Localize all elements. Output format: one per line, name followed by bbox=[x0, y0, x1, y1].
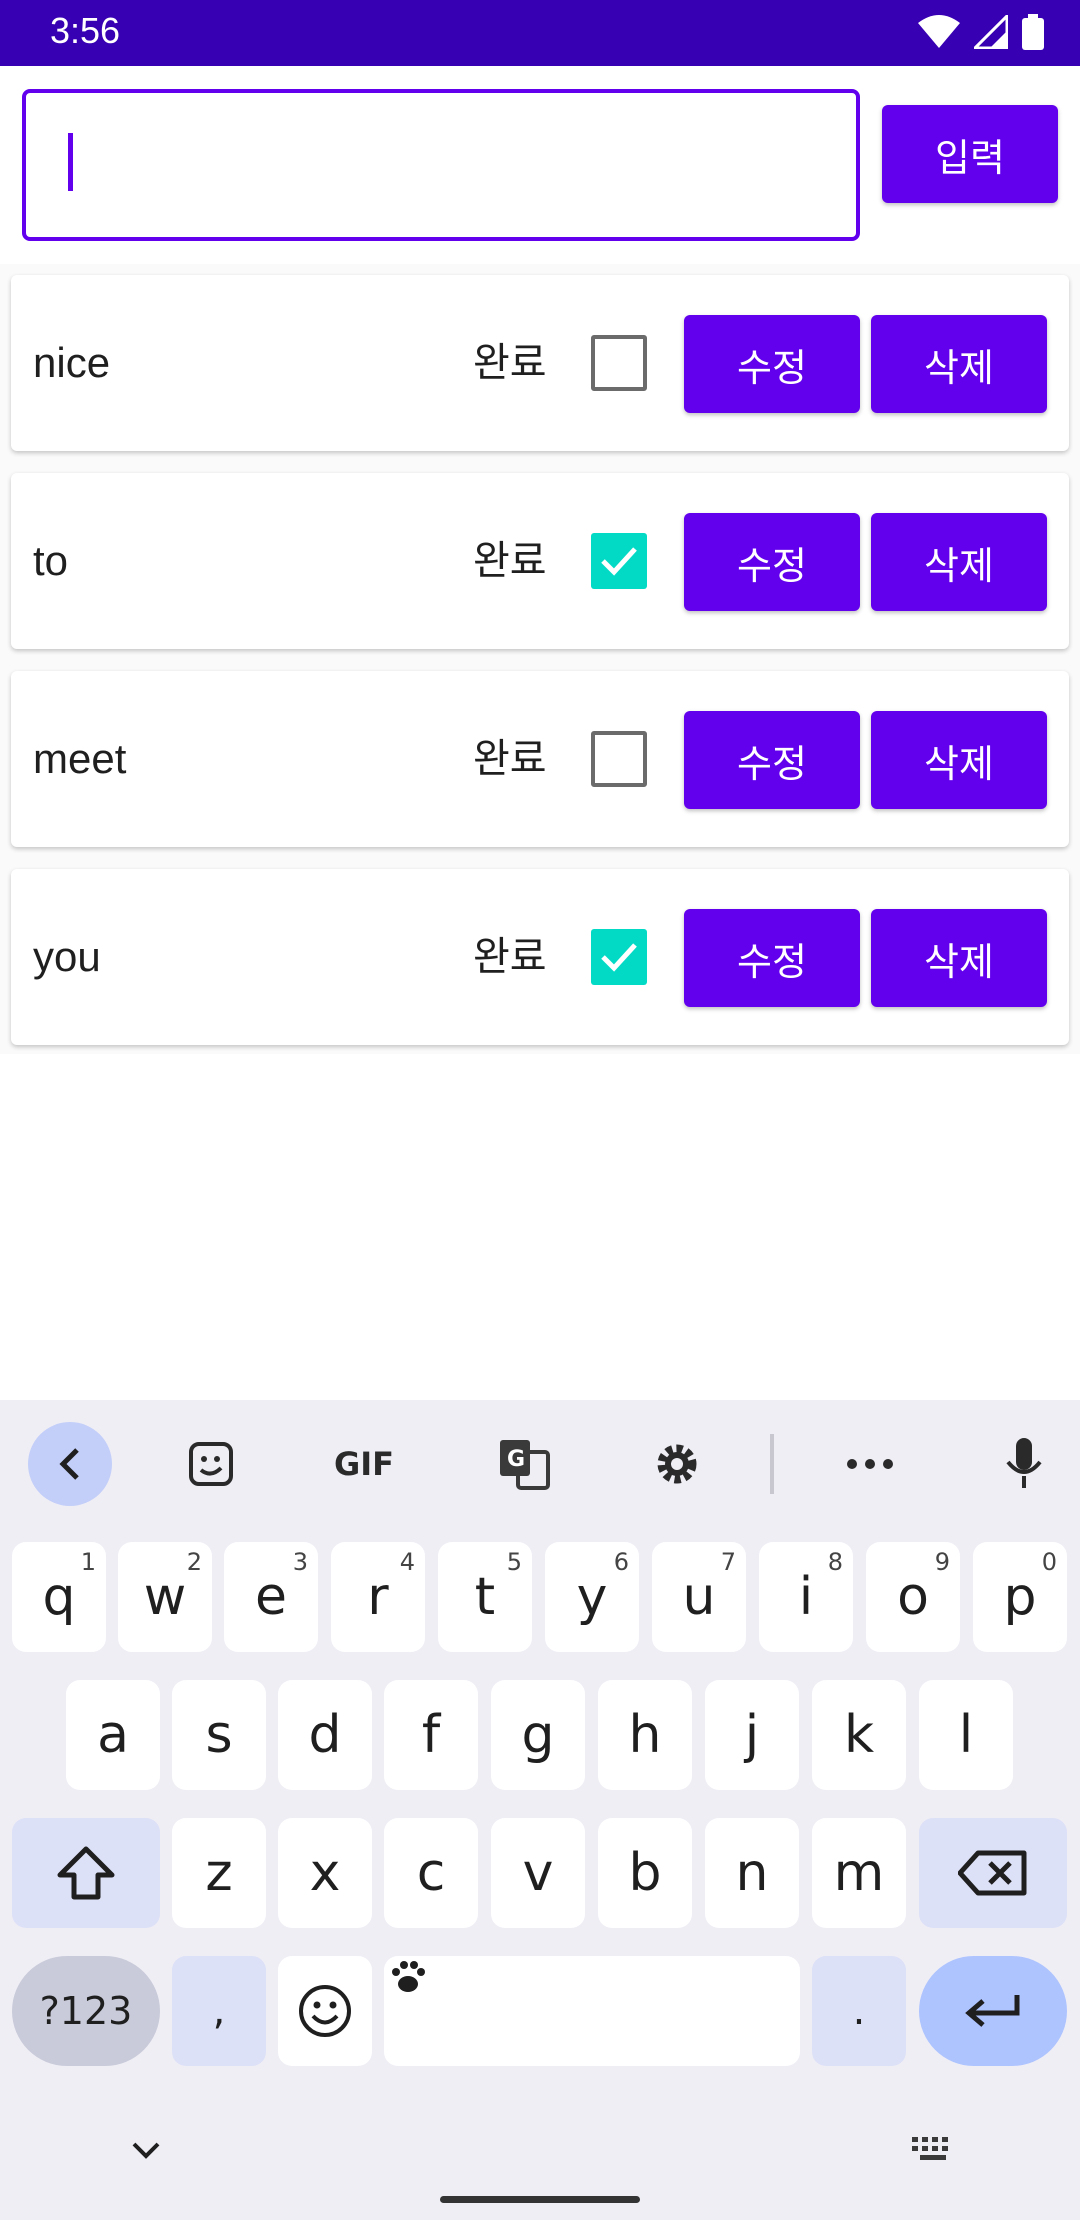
emoji-icon bbox=[299, 1985, 351, 2037]
text-caret bbox=[68, 133, 73, 191]
key-i[interactable]: i8 bbox=[759, 1542, 853, 1652]
soft-keyboard: GIF G q1 w2 e3 r4 t5 y6 u7 i8 o9 p0 a s … bbox=[0, 1400, 1080, 2220]
key-x[interactable]: x bbox=[278, 1818, 372, 1928]
hide-keyboard-chevron-icon[interactable] bbox=[126, 2130, 166, 2170]
delete-button[interactable]: 삭제 bbox=[871, 315, 1047, 413]
sticker-icon[interactable] bbox=[180, 1422, 242, 1506]
backspace-key[interactable] bbox=[919, 1818, 1067, 1928]
wifi-icon bbox=[918, 15, 960, 48]
todo-item-text: you bbox=[33, 933, 101, 980]
translate-icon[interactable]: G bbox=[494, 1422, 554, 1506]
checkmark-icon bbox=[601, 943, 637, 972]
key-q[interactable]: q1 bbox=[12, 1542, 106, 1652]
edit-button[interactable]: 수정 bbox=[684, 513, 860, 611]
emoji-key[interactable] bbox=[278, 1956, 372, 2066]
done-checkbox[interactable] bbox=[591, 533, 647, 589]
edit-button[interactable]: 수정 bbox=[684, 315, 860, 413]
key-c[interactable]: c bbox=[384, 1818, 478, 1928]
space-key[interactable] bbox=[384, 1956, 800, 2066]
key-k[interactable]: k bbox=[812, 1680, 906, 1790]
todo-item-text: nice bbox=[33, 339, 111, 386]
key-t[interactable]: t5 bbox=[438, 1542, 532, 1652]
key-z[interactable]: z bbox=[172, 1818, 266, 1928]
enter-arrow-icon bbox=[965, 1995, 1020, 2027]
key-u[interactable]: u7 bbox=[652, 1542, 746, 1652]
checkmark-icon bbox=[601, 547, 637, 576]
key-w[interactable]: w2 bbox=[118, 1542, 212, 1652]
edit-button[interactable]: 수정 bbox=[684, 711, 860, 809]
microphone-icon[interactable] bbox=[994, 1422, 1054, 1506]
key-v[interactable]: v bbox=[491, 1818, 585, 1928]
key-e[interactable]: e3 bbox=[224, 1542, 318, 1652]
key-s[interactable]: s bbox=[172, 1680, 266, 1790]
key-o[interactable]: o9 bbox=[866, 1542, 960, 1652]
status-bar: 3:56 bbox=[0, 0, 1080, 66]
toolbar-divider bbox=[770, 1434, 774, 1494]
done-checkbox[interactable] bbox=[591, 929, 647, 985]
key-j[interactable]: j bbox=[705, 1680, 799, 1790]
done-label: 완료 bbox=[473, 934, 547, 980]
key-n[interactable]: n bbox=[705, 1818, 799, 1928]
todo-list: nice 완료 수정 삭제 to 완료 수정 삭제 meet 완료 수정 삭제 … bbox=[0, 264, 1080, 1054]
key-a[interactable]: a bbox=[66, 1680, 160, 1790]
done-checkbox[interactable] bbox=[591, 335, 647, 391]
battery-icon bbox=[1022, 14, 1044, 50]
key-l[interactable]: l bbox=[919, 1680, 1013, 1790]
todo-item: meet 완료 수정 삭제 bbox=[11, 671, 1069, 847]
status-icons bbox=[918, 12, 1044, 52]
gif-button[interactable]: GIF bbox=[322, 1422, 406, 1506]
signal-icon bbox=[974, 15, 1008, 49]
delete-button[interactable]: 삭제 bbox=[871, 711, 1047, 809]
keyboard-switch-icon[interactable] bbox=[908, 2130, 958, 2170]
todo-item-text: to bbox=[33, 537, 69, 584]
period-key[interactable]: . bbox=[812, 1956, 906, 2066]
enter-button[interactable]: 입력 bbox=[882, 105, 1058, 203]
home-indicator[interactable] bbox=[440, 2196, 640, 2203]
key-y[interactable]: y6 bbox=[545, 1542, 639, 1652]
shift-key[interactable] bbox=[12, 1818, 160, 1928]
shift-icon bbox=[57, 1846, 115, 1900]
key-d[interactable]: d bbox=[278, 1680, 372, 1790]
key-m[interactable]: m bbox=[812, 1818, 906, 1928]
key-b[interactable]: b bbox=[598, 1818, 692, 1928]
key-f[interactable]: f bbox=[384, 1680, 478, 1790]
key-h[interactable]: h bbox=[598, 1680, 692, 1790]
back-chevron-icon[interactable] bbox=[28, 1422, 112, 1506]
key-p[interactable]: p0 bbox=[973, 1542, 1067, 1652]
todo-input-field[interactable] bbox=[22, 89, 860, 241]
delete-button[interactable]: 삭제 bbox=[871, 909, 1047, 1007]
delete-button[interactable]: 삭제 bbox=[871, 513, 1047, 611]
edit-button[interactable]: 수정 bbox=[684, 909, 860, 1007]
todo-item: nice 완료 수정 삭제 bbox=[11, 275, 1069, 451]
done-checkbox[interactable] bbox=[591, 731, 647, 787]
comma-key[interactable]: , bbox=[172, 1956, 266, 2066]
status-time: 3:56 bbox=[50, 10, 121, 51]
svg-text:G: G bbox=[507, 1447, 525, 1472]
more-dots-icon[interactable] bbox=[840, 1422, 900, 1506]
settings-gear-icon[interactable] bbox=[646, 1422, 708, 1506]
done-label: 완료 bbox=[473, 340, 547, 386]
symbols-key[interactable]: ?123 bbox=[12, 1956, 160, 2066]
enter-key[interactable] bbox=[919, 1956, 1067, 2066]
todo-item: you 완료 수정 삭제 bbox=[11, 869, 1069, 1045]
todo-item-text: meet bbox=[33, 735, 127, 782]
todo-item: to 완료 수정 삭제 bbox=[11, 473, 1069, 649]
key-g[interactable]: g bbox=[491, 1680, 585, 1790]
done-label: 완료 bbox=[473, 736, 547, 782]
done-label: 완료 bbox=[473, 538, 547, 584]
paw-icon bbox=[392, 1961, 425, 1992]
backspace-icon bbox=[958, 1850, 1027, 1896]
key-r[interactable]: r4 bbox=[331, 1542, 425, 1652]
